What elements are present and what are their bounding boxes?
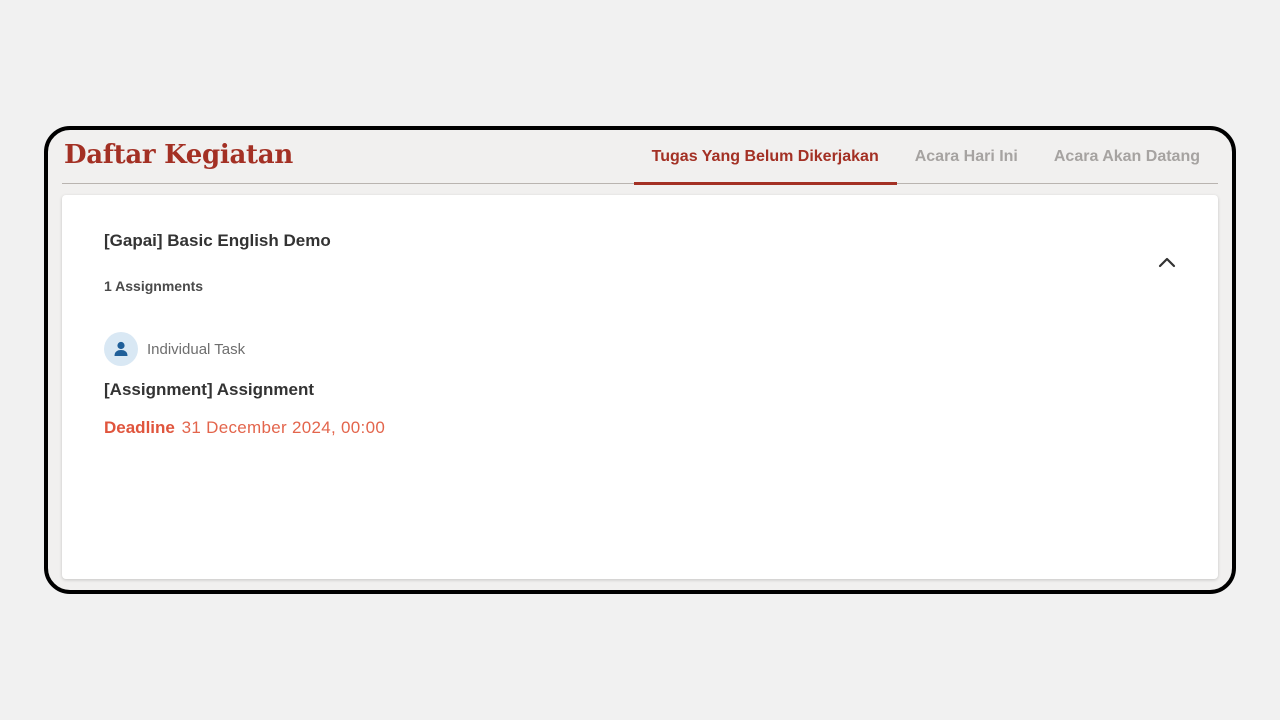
course-title: [Gapai] Basic English Demo (104, 231, 331, 250)
deadline-label: Deadline (104, 418, 175, 437)
task-type: Individual Task (104, 332, 245, 366)
activity-panel: Daftar Kegiatan Tugas Yang Belum Dikerja… (44, 126, 1236, 594)
deadline: Deadline 31 December 2024, 00:00 (104, 418, 385, 438)
tab-bar: Tugas Yang Belum Dikerjakan Acara Hari I… (633, 130, 1218, 185)
page-title: Daftar Kegiatan (64, 140, 293, 170)
tab-upcoming-events[interactable]: Acara Akan Datang (1036, 130, 1218, 184)
assignment-title[interactable]: [Assignment] Assignment (104, 380, 314, 400)
tab-events-today[interactable]: Acara Hari Ini (897, 130, 1036, 184)
tab-pending-tasks[interactable]: Tugas Yang Belum Dikerjakan (633, 130, 897, 185)
course-card: [Gapai] Basic English Demo 1 Assignments… (62, 195, 1218, 579)
panel-header: Daftar Kegiatan Tugas Yang Belum Dikerja… (62, 130, 1218, 185)
task-type-label: Individual Task (147, 340, 246, 358)
assignment-count: 1 Assignments (104, 278, 204, 294)
chevron-up-icon[interactable] (1152, 247, 1182, 277)
person-icon (104, 332, 138, 366)
deadline-value: 31 December 2024, 00:00 (181, 418, 386, 437)
